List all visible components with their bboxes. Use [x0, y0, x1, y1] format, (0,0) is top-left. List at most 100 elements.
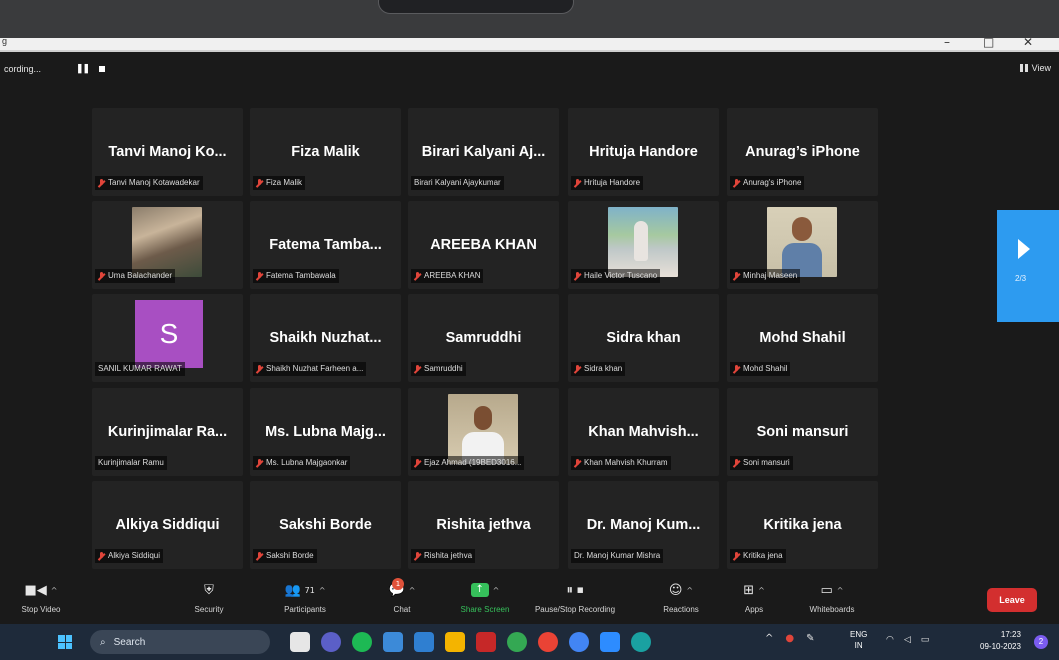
participant-tile[interactable]: Sidra khan Sidra khan [568, 294, 719, 382]
spotify-icon[interactable] [352, 632, 372, 652]
chat-badge: 1 [392, 578, 404, 590]
antivirus-icon[interactable]: ● [785, 633, 794, 644]
leave-button[interactable]: Leave [987, 588, 1037, 612]
muted-mic-icon [256, 178, 263, 188]
meeting-controls-pill[interactable] [378, 0, 574, 14]
chevron-up-icon[interactable]: ^ [686, 586, 693, 595]
stop-video-button[interactable]: ■◀ ^ Stop Video [14, 580, 68, 615]
apps-button[interactable]: ⊞ ^ Apps [732, 580, 776, 615]
muted-mic-icon [414, 364, 421, 374]
participant-name: Hrituja Handore [584, 178, 641, 187]
participant-name: Fiza Malik [266, 178, 303, 187]
participant-name-label: SANIL KUMAR RAWAT [95, 362, 185, 376]
participant-tile[interactable]: Uma Balachander [92, 201, 243, 289]
chevron-up-icon[interactable]: ^ [758, 586, 765, 595]
share-screen-button[interactable]: ↑ ^ Share Screen [448, 580, 522, 614]
participant-name-label: Fiza Malik [253, 176, 306, 190]
pause-stop-recording-button[interactable]: ⏸ ⏹ Pause/Stop Recording [534, 580, 616, 615]
reactions-button[interactable]: ☺ ^ Reactions [655, 580, 707, 615]
participant-tile[interactable]: Rishita jethva Rishita jethva [408, 481, 559, 569]
participant-display-name: Sakshi Borde [279, 517, 372, 533]
zoom-icon[interactable] [600, 632, 620, 652]
notification-badge[interactable]: 2 [1034, 635, 1048, 649]
edge-icon[interactable] [631, 632, 651, 652]
participant-name-label: Haile Victor Tuscano [571, 269, 661, 283]
next-page-button[interactable]: 2/3 [997, 210, 1059, 322]
teams-chat-icon[interactable] [321, 632, 341, 652]
participant-tile[interactable]: Dr. Manoj Kum... Dr. Manoj Kumar Mishra [568, 481, 719, 569]
participant-name: Sidra khan [584, 364, 623, 373]
task-view-icon[interactable] [290, 632, 310, 652]
participant-tile[interactable]: Minhaj Maseen [727, 201, 878, 289]
language-code: ENG [850, 630, 868, 639]
chevron-up-icon[interactable]: ^ [51, 586, 58, 595]
pause-recording-icon[interactable]: ❚❚ [76, 63, 90, 74]
muted-mic-icon [574, 271, 581, 281]
participant-name: Fatema Tambawala [266, 271, 336, 280]
store-icon[interactable] [383, 632, 403, 652]
taskbar-search[interactable]: ⌕ Search [90, 630, 270, 654]
mail-icon[interactable] [414, 632, 434, 652]
minimize-icon[interactable]: – [944, 35, 950, 49]
close-icon[interactable]: ✕ [1023, 35, 1033, 49]
clock[interactable]: 17:23 09-10-2023 [980, 629, 1021, 653]
chevron-up-icon[interactable]: ^ [319, 586, 326, 595]
participant-tile[interactable]: Anurag’s iPhone Anurag's iPhone [727, 108, 878, 196]
chevron-up-icon[interactable]: ^ [493, 586, 500, 595]
mcafee-icon[interactable] [476, 632, 496, 652]
participant-tile[interactable]: Hrituja Handore Hrituja Handore [568, 108, 719, 196]
chevron-up-icon[interactable]: ^ [837, 586, 844, 595]
battery-icon: ▭ [920, 635, 930, 645]
video-camera-icon: ■◀ [24, 582, 47, 598]
stop-recording-icon[interactable] [99, 66, 105, 72]
security-label: Security [194, 605, 224, 614]
status-icons[interactable]: ◠ ◁ ▭ [886, 635, 929, 645]
muted-mic-icon [574, 178, 581, 188]
participant-tile[interactable]: Samruddhi Samruddhi [408, 294, 559, 382]
participant-name-label: Kritika jena [730, 549, 786, 563]
muted-mic-icon [733, 458, 740, 468]
participant-tile[interactable]: Soni mansuri Soni mansuri [727, 388, 878, 476]
participant-tile[interactable]: Alkiya Siddiqui Alkiya Siddiqui [92, 481, 243, 569]
participant-tile[interactable]: Ms. Lubna Majg... Ms. Lubna Majgaonkar [250, 388, 401, 476]
chevron-up-icon[interactable]: ^ [409, 586, 416, 595]
maximize-icon[interactable]: □ [983, 35, 994, 49]
chrome-alt-icon[interactable] [569, 632, 589, 652]
participant-tile[interactable]: Kritika jena Kritika jena [727, 481, 878, 569]
participant-name-label: Hrituja Handore [571, 176, 644, 190]
language-indicator[interactable]: ENG IN [850, 629, 867, 651]
clock-time: 17:23 [1000, 630, 1021, 639]
participant-tile[interactable]: Mohd Shahil Mohd Shahil [727, 294, 878, 382]
muted-mic-icon [256, 551, 263, 561]
whiteboards-button[interactable]: ▭ ^ Whiteboards [796, 580, 868, 615]
participant-tile[interactable]: Sakshi Borde Sakshi Borde [250, 481, 401, 569]
participant-tile[interactable]: Fiza Malik Fiza Malik [250, 108, 401, 196]
chrome-icon[interactable] [507, 632, 527, 652]
participant-tile[interactable]: Shaikh Nuzhat... Shaikh Nuzhat Farheen a.… [250, 294, 401, 382]
participant-tile[interactable]: Haile Victor Tuscano [568, 201, 719, 289]
participant-name-label: Soni mansuri [730, 456, 793, 470]
participant-tile[interactable]: Khan Mahvish... Khan Mahvish Khurram [568, 388, 719, 476]
participant-name: Samruddhi [424, 364, 463, 373]
muted-mic-icon [414, 458, 421, 468]
participant-tile[interactable]: Birari Kalyani Aj... Birari Kalyani Ajayk… [408, 108, 559, 196]
pause-stop-recording-label: Pause/Stop Recording [534, 605, 616, 614]
participant-tile[interactable]: AREEBA KHAN AREEBA KHAN [408, 201, 559, 289]
chrome-profile-icon[interactable] [538, 632, 558, 652]
view-button[interactable]: View [1019, 63, 1051, 73]
pen-icon[interactable]: ✎ [806, 633, 814, 644]
chevron-up-icon[interactable]: ^ [765, 633, 773, 644]
security-button[interactable]: ⛨ Security [182, 580, 236, 615]
file-explorer-icon[interactable] [445, 632, 465, 652]
wifi-icon: ◠ [886, 635, 894, 645]
participant-tile[interactable]: Kurinjimalar Ra... Kurinjimalar Ramu [92, 388, 243, 476]
chat-button[interactable]: 💬 1 ^ Chat [382, 578, 422, 614]
participant-tile[interactable]: Fatema Tamba... Fatema Tambawala [250, 201, 401, 289]
participant-tile[interactable]: S SANIL KUMAR RAWAT [92, 294, 243, 382]
whiteboard-icon: ▭ [820, 582, 833, 598]
participant-tile[interactable]: Ejaz Ahmad (19BED3016... [408, 388, 559, 476]
participants-button[interactable]: 👥 71 ^ Participants [270, 580, 340, 615]
participant-display-name: Samruddhi [445, 330, 522, 346]
participant-tile[interactable]: Tanvi Manoj Ko... Tanvi Manoj Kotawadekar [92, 108, 243, 196]
windows-start-icon[interactable] [58, 635, 72, 649]
